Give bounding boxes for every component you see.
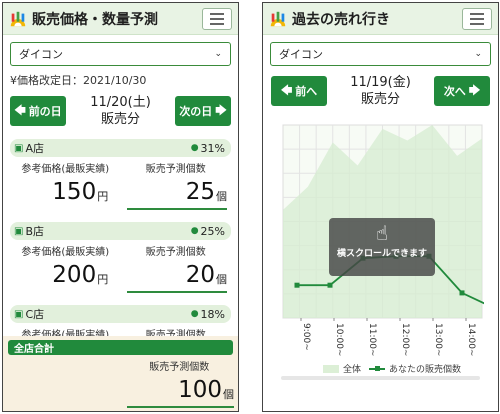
arrow-right-icon: 🡆 (468, 83, 481, 97)
page-title: 過去の売れ行き (292, 11, 390, 28)
price-revision-date: ¥価格改定日：2021/10/30 (10, 74, 147, 87)
data-point (459, 290, 465, 296)
store-icon: ▣ (14, 142, 24, 154)
qty-label: 販売予測個数 (145, 164, 206, 175)
legend-label-all: 全体 (343, 365, 362, 375)
price-value: 150 (52, 179, 97, 205)
price-label: 参考価格(最販実績) (21, 247, 110, 258)
hand-pointer-icon: ☝ (375, 221, 389, 245)
chart-legend: 全体 あなたの販売個数 (323, 362, 461, 375)
pie-icon: ● (190, 309, 199, 319)
x-tick-label: 9:00~ (301, 323, 311, 351)
next-button[interactable]: 次へ 🡆 (434, 76, 490, 106)
legend-swatch-all (323, 364, 339, 373)
arrow-right-icon: 🡆 (215, 103, 227, 117)
scroll-hint-text: 横スクロールできます (336, 249, 427, 259)
store-header: ▣ A店 ● 31% (10, 139, 231, 157)
qty-label: 販売予測個数 (145, 247, 206, 258)
pie-icon: ● (190, 143, 199, 153)
app-logo-icon (270, 11, 286, 26)
store-icon: ▣ (14, 225, 24, 237)
price-value: 200 (52, 262, 97, 288)
qty-value: 20 (185, 262, 215, 288)
history-screen: 過去の売れ行き ダイコン ⌄ 🡄 前へ 11/19(金) 販売分 次へ 🡆 9:… (262, 2, 499, 412)
pie-icon: ● (190, 226, 199, 236)
store-card-b: ▣ B店 ● 25% 参考価格(最販実績) 200 円 販売予測個数 20 個 (10, 222, 231, 293)
forecast-screen: 販売価格・数量予測 ダイコン ⌄ ¥価格改定日：2021/10/30 🡄 前の日… (2, 2, 239, 412)
total-qty-label: 販売予測個数 (149, 362, 210, 373)
scroll-hint-overlay: ☝ 横スクロールできます (329, 218, 435, 276)
menu-button[interactable] (202, 7, 232, 30)
legend-swatch-yours (369, 365, 386, 371)
header: 販売価格・数量予測 (3, 3, 238, 35)
menu-button[interactable] (462, 7, 492, 30)
chevron-down-icon: ⌄ (474, 49, 482, 59)
product-select-value: ダイコン (19, 48, 63, 61)
legend-label-yours: あなたの販売個数 (389, 365, 462, 375)
store-header: ▣ B店 ● 25% (10, 222, 231, 240)
total-qty-value: 100 (178, 377, 222, 403)
app-logo-icon (10, 11, 26, 26)
x-tick-label: 13:00~ (433, 323, 443, 356)
store-card-a: ▣ A店 ● 31% 参考価格(最販実績) 150 円 販売予測個数 25 個 (10, 139, 231, 210)
store-header: ▣ C店 ● 18% (10, 305, 231, 323)
page-title: 販売価格・数量予測 (32, 11, 158, 28)
next-day-button[interactable]: 次の日 🡆 (175, 96, 231, 126)
product-select[interactable]: ダイコン ⌄ (10, 42, 231, 66)
qty-underline (126, 291, 227, 293)
data-point (294, 282, 300, 288)
chevron-down-icon: ⌄ (214, 49, 222, 59)
product-select[interactable]: ダイコン ⌄ (270, 42, 491, 66)
qty-underline (126, 208, 227, 210)
x-tick-label: 12:00~ (400, 323, 410, 356)
product-select-value: ダイコン (279, 48, 323, 61)
total-label: 全店合計 (8, 340, 233, 355)
x-tick-label: 10:00~ (334, 323, 344, 356)
x-tick-label: 11:00~ (367, 323, 377, 356)
price-label: 参考価格(最販実績) (21, 164, 110, 175)
store-icon: ▣ (14, 308, 24, 320)
x-tick-label: 14:00~ (466, 323, 476, 356)
total-panel: 全店合計 販売予測個数 100 個 (3, 336, 238, 411)
header: 過去の売れ行き (263, 3, 498, 35)
qty-value: 25 (185, 179, 215, 205)
total-qty-underline (126, 406, 234, 408)
data-point (327, 282, 333, 288)
horizontal-scrollbar[interactable] (281, 376, 480, 380)
